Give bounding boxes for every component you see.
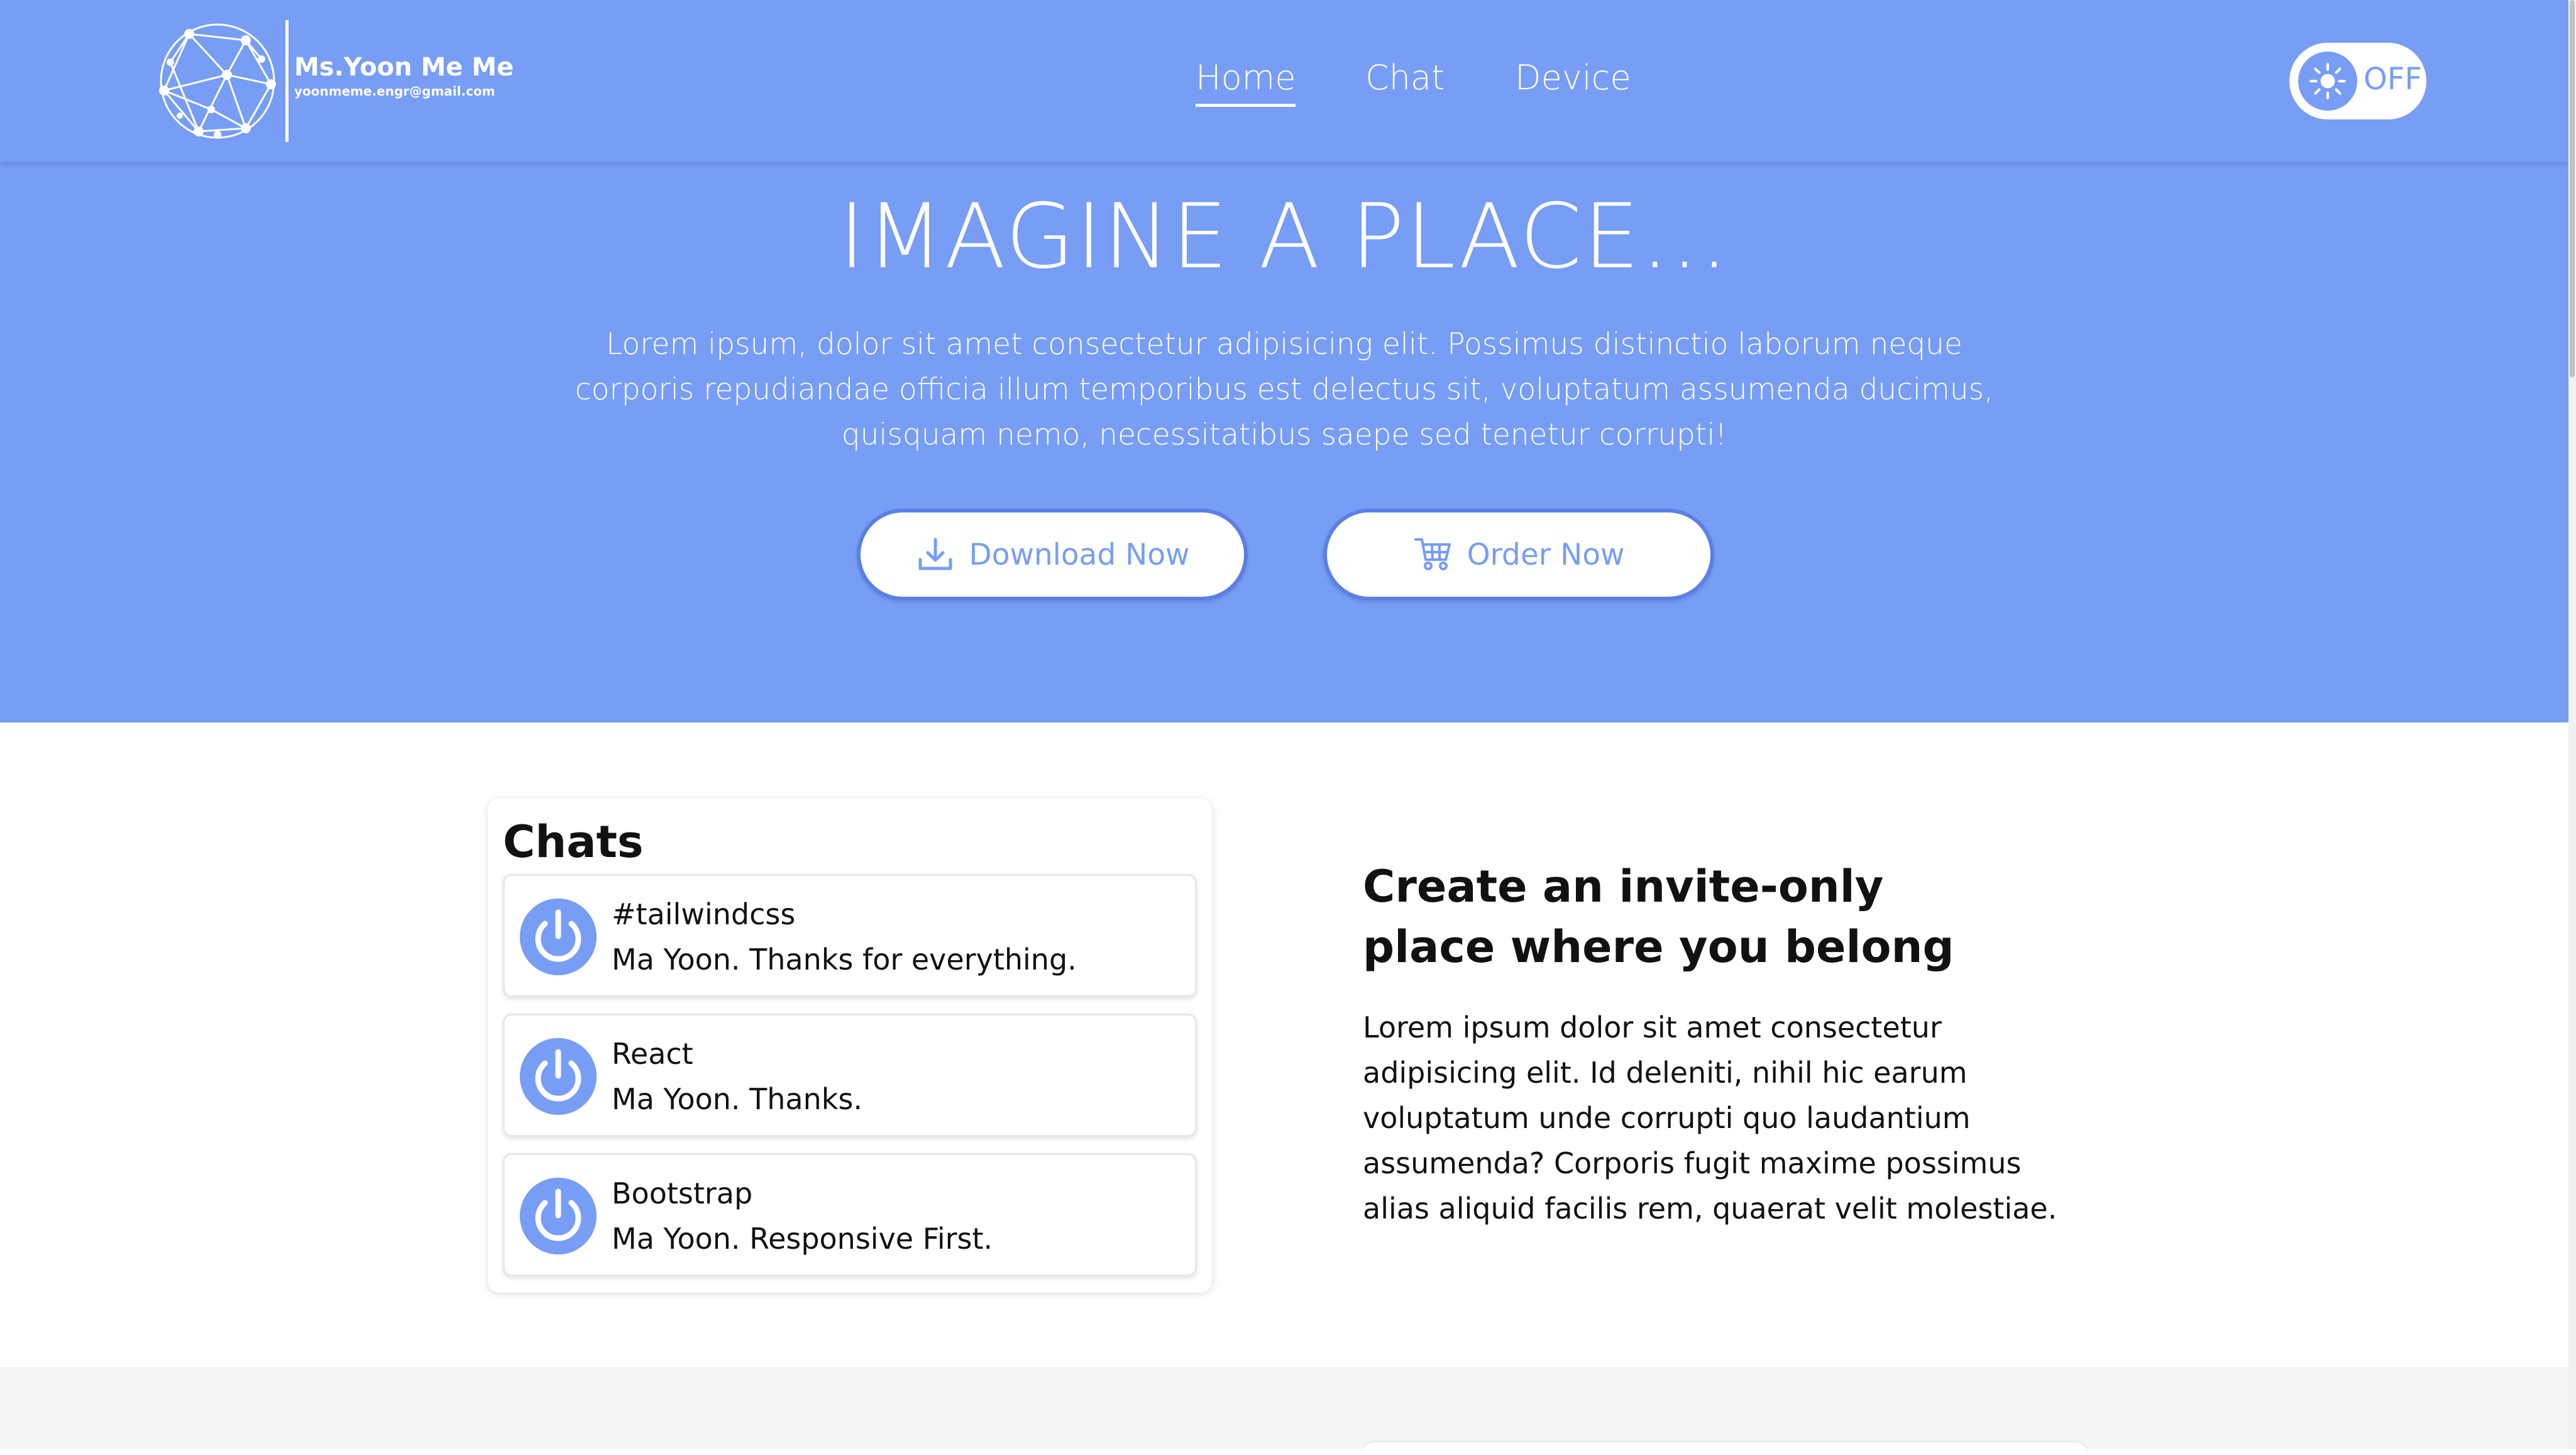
power-icon xyxy=(520,899,597,975)
power-icon-graphic xyxy=(520,1038,597,1115)
order-label: Order Now xyxy=(1467,537,1625,572)
nav-chat[interactable]: Chat xyxy=(1365,58,1445,104)
chat-item[interactable]: #tailwindcss Ma Yoon. Thanks for everyth… xyxy=(503,874,1197,997)
power-icon xyxy=(520,1178,597,1254)
cart-icon xyxy=(1414,538,1451,570)
power-icon-graphic xyxy=(520,899,597,975)
hero-title: IMAGINE A PLACE... xyxy=(839,185,1730,289)
order-button[interactable]: Order Now xyxy=(1323,509,1714,600)
theme-toggle[interactable]: OFF xyxy=(2289,43,2426,119)
site-header: Ms.Yoon Me Me yoonmeme.engr@gmail.com Ho… xyxy=(0,0,2568,162)
next-card-edge xyxy=(1363,1442,2087,1455)
toggle-label: OFF xyxy=(2364,62,2422,97)
invite-title: Create an invite-only place where you be… xyxy=(1363,861,1954,973)
chat-name: React xyxy=(612,1037,693,1071)
chat-message: Ma Yoon. Responsive First. xyxy=(612,1222,993,1256)
download-label: Download Now xyxy=(969,537,1190,572)
chats-title: Chats xyxy=(503,816,644,868)
chat-name: #tailwindcss xyxy=(612,897,796,931)
sun-icon xyxy=(2309,63,2346,99)
nav-home[interactable]: Home xyxy=(1196,58,1296,107)
download-icon xyxy=(918,538,952,570)
hero-text: Lorem ipsum, dolor sit amet consectetur … xyxy=(575,327,1994,452)
hero-section: IMAGINE A PLACE... Lorem ipsum, dolor si… xyxy=(0,162,2568,722)
power-icon xyxy=(520,1038,597,1115)
power-icon-graphic xyxy=(520,1178,597,1254)
nav-device[interactable]: Device xyxy=(1515,58,1631,104)
page-scrollbar[interactable] xyxy=(2568,0,2576,1449)
chat-message: Ma Yoon. Thanks for everything. xyxy=(612,943,1077,976)
toggle-knob xyxy=(2298,52,2357,111)
chat-item[interactable]: React Ma Yoon. Thanks. xyxy=(503,1014,1197,1137)
main-nav: Home Chat Device xyxy=(0,58,2568,108)
chat-name: Bootstrap xyxy=(612,1176,753,1210)
scrollbar-thumb[interactable] xyxy=(2570,0,2575,377)
download-button[interactable]: Download Now xyxy=(857,509,1248,600)
chats-card: Chats #tailwindcss Ma Yoon. Thanks for e… xyxy=(488,799,1212,1293)
chat-message: Ma Yoon. Thanks. xyxy=(612,1082,862,1116)
chat-item[interactable]: Bootstrap Ma Yoon. Responsive First. xyxy=(503,1153,1197,1276)
next-section xyxy=(0,1367,2568,1449)
invite-text: Lorem ipsum dolor sit amet consectetur a… xyxy=(1363,1010,2057,1225)
